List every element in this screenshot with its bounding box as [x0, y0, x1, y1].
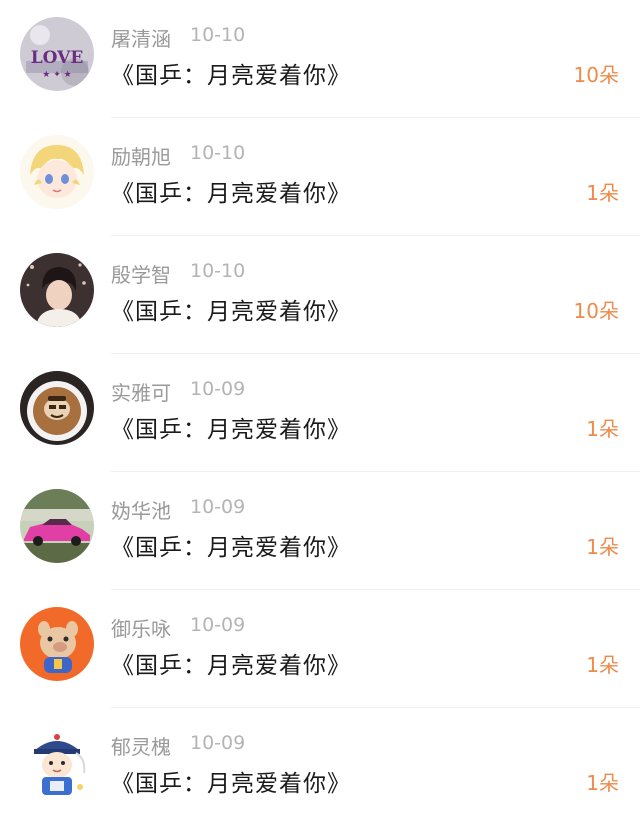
- user-name[interactable]: 妫华池: [111, 495, 171, 524]
- flower-count: 1朵: [586, 417, 619, 441]
- gift-row[interactable]: 殷学智 10-10 《国乒：月亮爱着你》 10朵: [0, 236, 640, 354]
- svg-text:LOVE: LOVE: [31, 48, 84, 68]
- flower-count: 10朵: [573, 63, 619, 87]
- user-name[interactable]: 励朝旭: [111, 141, 171, 170]
- gift-title: 《国乒：月亮爱着你》: [111, 535, 351, 561]
- user-name[interactable]: 实雅可: [111, 377, 171, 406]
- flower-count: 1朵: [586, 181, 619, 205]
- gift-title: 《国乒：月亮爱着你》: [111, 653, 351, 679]
- gift-date: 10-10: [190, 142, 246, 164]
- flower-count: 1朵: [586, 653, 619, 677]
- gift-row[interactable]: 郁灵槐 10-09 《国乒：月亮爱着你》 1朵: [0, 708, 640, 826]
- gift-title: 《国乒：月亮爱着你》: [111, 63, 351, 89]
- flower-count: 1朵: [586, 535, 619, 559]
- gift-title: 《国乒：月亮爱着你》: [111, 181, 351, 207]
- gift-row[interactable]: 御乐咏 10-09 《国乒：月亮爱着你》 1朵: [0, 590, 640, 708]
- gift-date: 10-09: [190, 496, 246, 518]
- gift-title: 《国乒：月亮爱着你》: [111, 417, 351, 443]
- user-name[interactable]: 郁灵槐: [111, 731, 171, 760]
- gift-date: 10-10: [190, 24, 246, 46]
- user-name[interactable]: 御乐咏: [111, 613, 171, 642]
- flower-count: 10朵: [573, 299, 619, 323]
- gift-row[interactable]: 妫华池 10-09 《国乒：月亮爱着你》 1朵: [0, 472, 640, 590]
- flower-count: 1朵: [586, 771, 619, 795]
- gift-date: 10-10: [190, 260, 246, 282]
- gift-row[interactable]: 励朝旭 10-10 《国乒：月亮爱着你》 1朵: [0, 118, 640, 236]
- latte-art-avatar[interactable]: [20, 371, 94, 445]
- gift-title: 《国乒：月亮爱着你》: [111, 771, 351, 797]
- user-name[interactable]: 殷学智: [111, 259, 171, 288]
- qing-official-avatar[interactable]: [20, 725, 94, 799]
- anime-girl-avatar[interactable]: [20, 135, 94, 209]
- gift-date: 10-09: [190, 378, 246, 400]
- gift-row[interactable]: 实雅可 10-09 《国乒：月亮爱着你》 1朵: [0, 354, 640, 472]
- user-name[interactable]: 屠清涵: [111, 23, 171, 52]
- cartoon-pig-avatar[interactable]: [20, 607, 94, 681]
- gift-row[interactable]: LOVE ★ ✦ ★ 屠清涵 10-10 《国乒：月亮爱着你》 10朵: [0, 0, 640, 118]
- gift-list: LOVE ★ ✦ ★ 屠清涵 10-10 《国乒：月亮爱着你》 10朵 励朝旭 …: [0, 0, 640, 818]
- love-text-avatar[interactable]: LOVE ★ ✦ ★: [20, 17, 94, 91]
- gift-date: 10-09: [190, 614, 246, 636]
- gift-date: 10-09: [190, 732, 246, 754]
- svg-text:★ ✦ ★: ★ ✦ ★: [42, 70, 71, 80]
- gift-title: 《国乒：月亮爱着你》: [111, 299, 351, 325]
- man-portrait-avatar[interactable]: [20, 253, 94, 327]
- pink-car-avatar[interactable]: [20, 489, 94, 563]
